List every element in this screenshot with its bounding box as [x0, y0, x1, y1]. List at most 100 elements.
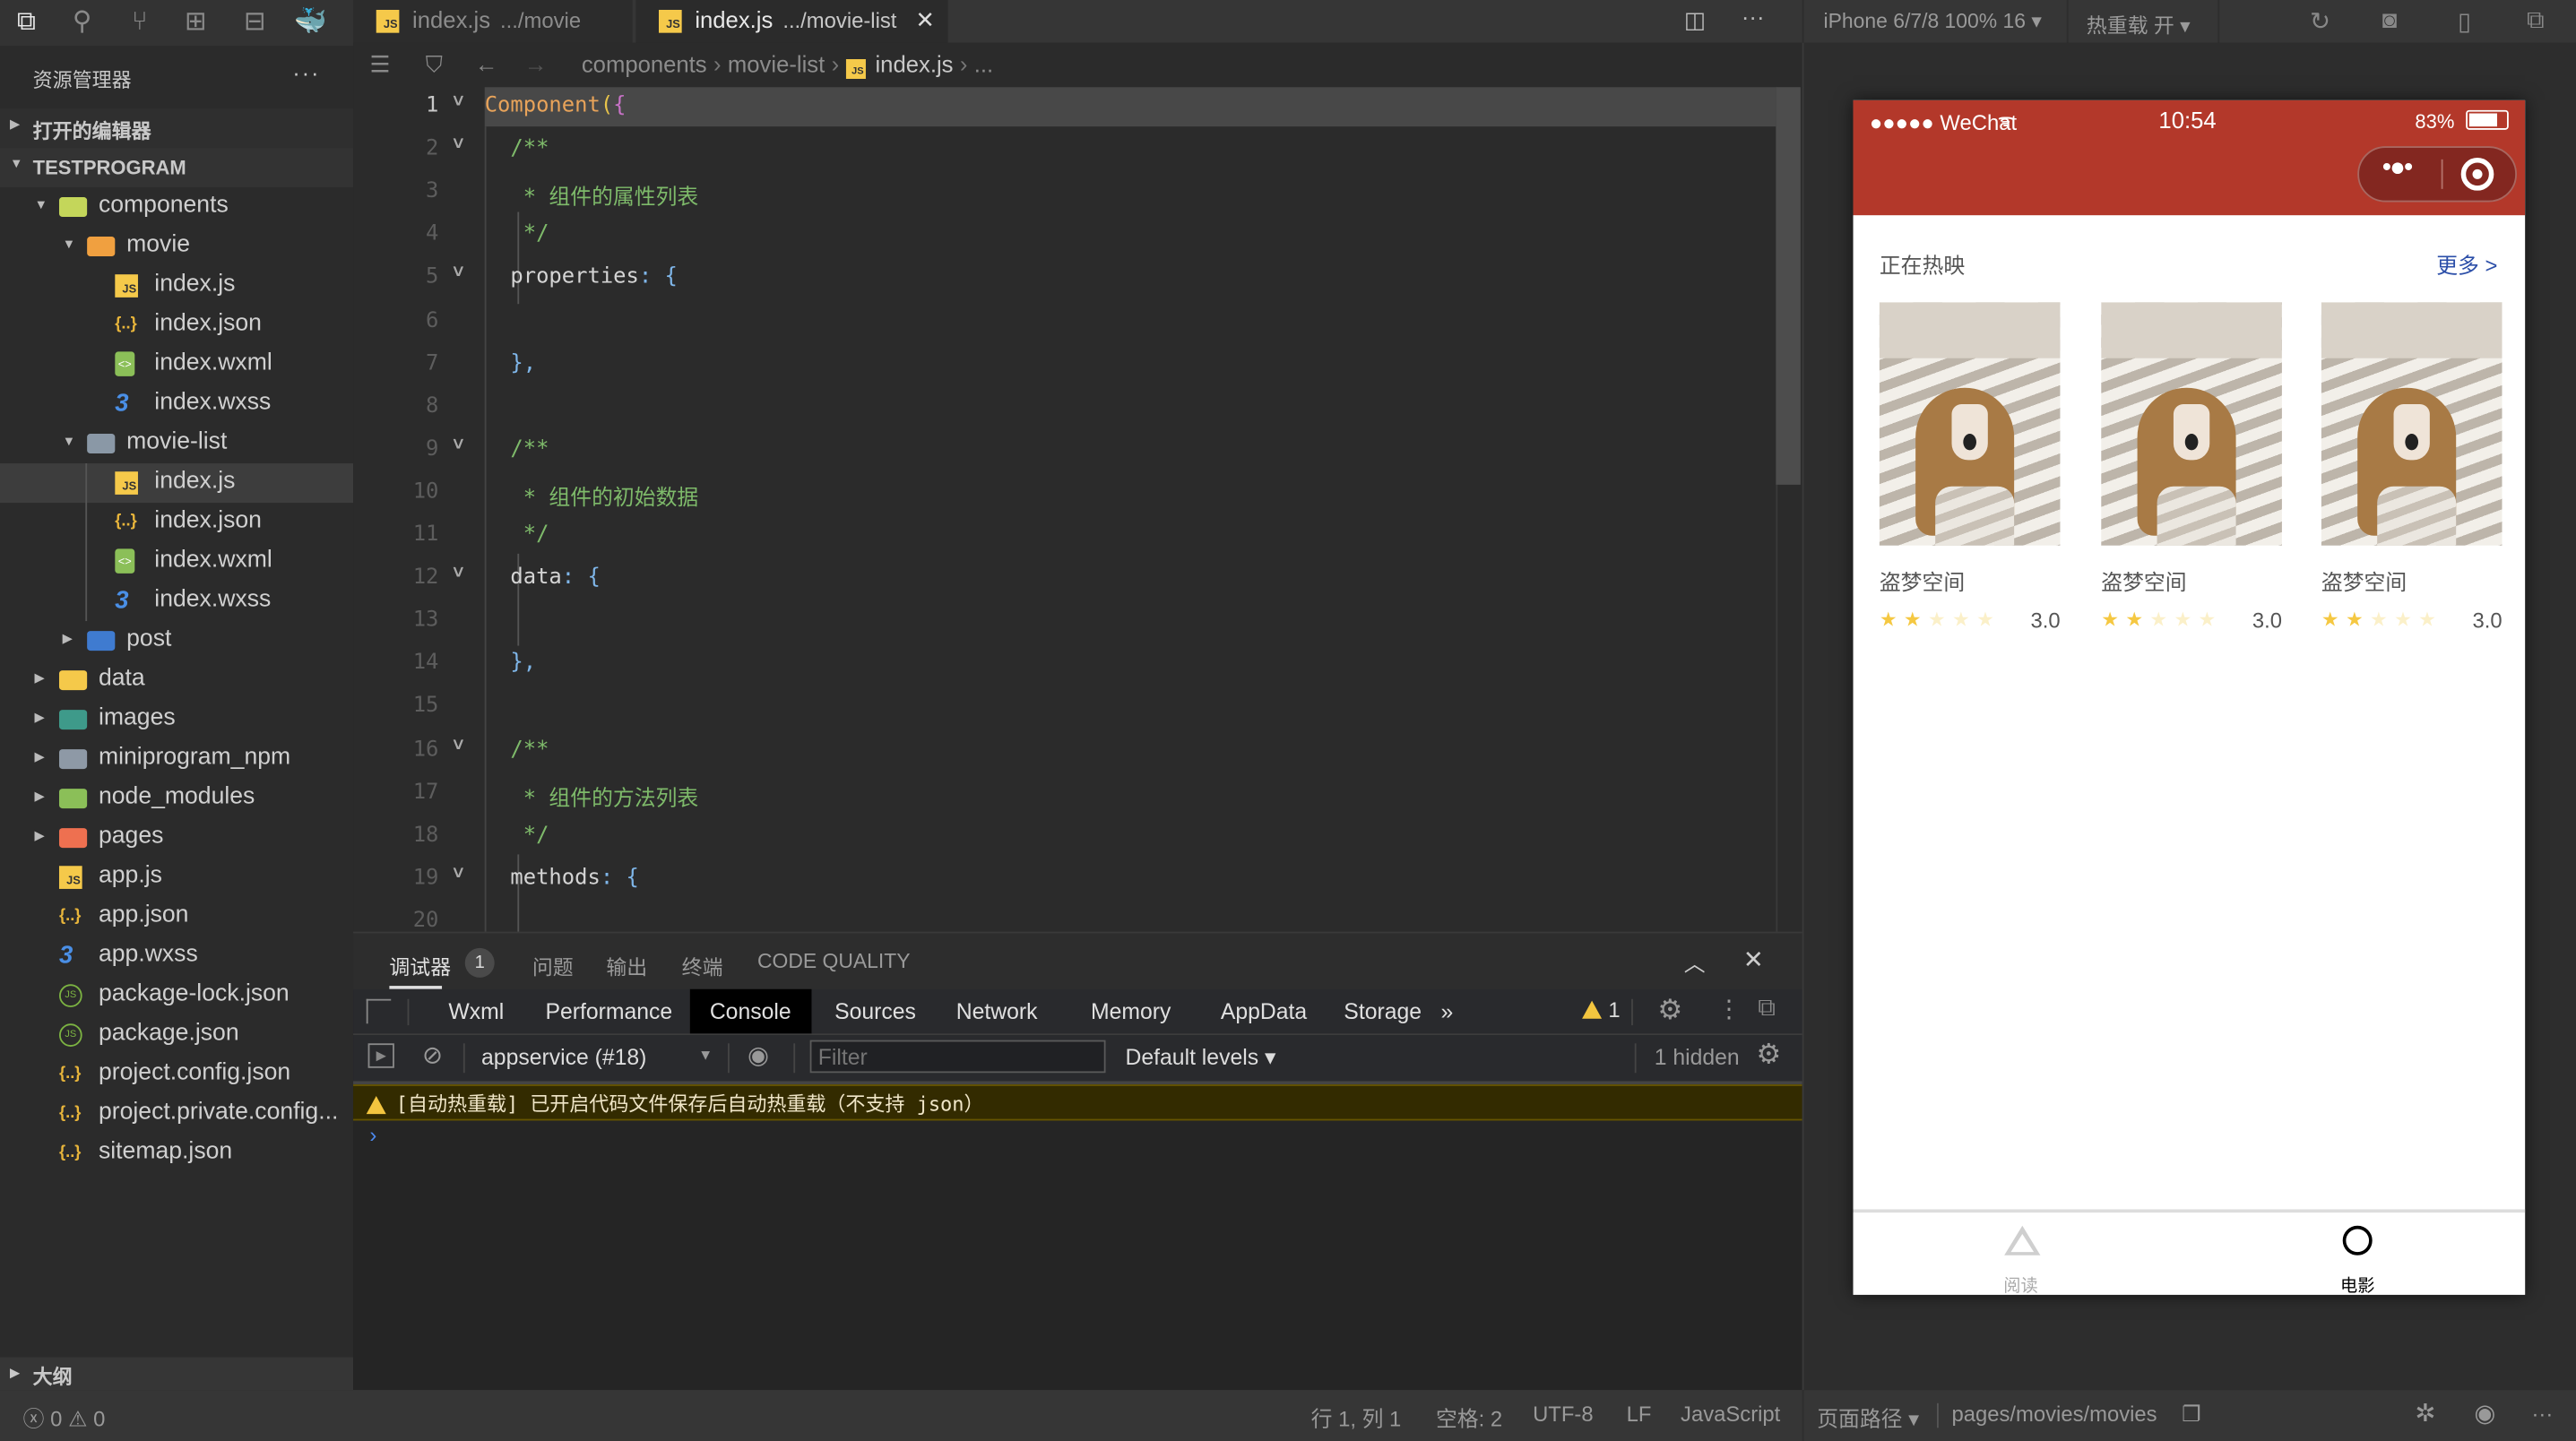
docker-icon[interactable]: 🐳 — [294, 6, 327, 39]
devtools-tab-wxml[interactable]: Wxml — [428, 989, 523, 1034]
maximize-panel-icon[interactable]: ︿ — [1684, 946, 1706, 978]
files-icon[interactable]: ⧉ — [10, 6, 43, 39]
inspect-element-icon[interactable] — [366, 998, 392, 1024]
kebab-menu-icon[interactable]: ⋮ — [1716, 994, 1741, 1023]
breadcrumb-item[interactable]: index.js — [875, 51, 953, 77]
extensions-icon[interactable]: ⊞ — [179, 6, 212, 39]
list-icon[interactable]: ☰ — [369, 51, 390, 79]
project-section[interactable]: ▼ TESTPROGRAM — [0, 148, 354, 188]
encoding[interactable]: UTF-8 — [1533, 1402, 1594, 1427]
tab-movie-list-index-js[interactable]: JS index.js .../movie-list ✕ — [635, 0, 948, 43]
folder-item[interactable]: ▼ movie-list — [0, 424, 353, 463]
hot-reload-toggle[interactable]: 热重载 开 ▾ — [2087, 8, 2191, 39]
more-dots-icon[interactable]: •●• — [2382, 154, 2414, 184]
tab-terminal[interactable]: 终端 — [682, 950, 723, 981]
search-icon[interactable]: ⚲ — [65, 6, 99, 39]
breadcrumb-item[interactable]: ... — [974, 51, 993, 77]
dropdown-arrow-icon[interactable]: ▼ — [698, 1047, 713, 1063]
fold-chevron-icon[interactable]: ∨ — [452, 436, 465, 453]
folder-item[interactable]: ▶ miniprogram_npm — [0, 739, 353, 779]
code-editor[interactable]: 1 ∨ Component({2 ∨ /** 3 * 组件的属性列表 4 */ 5 ∨ pro… — [353, 87, 1802, 932]
clear-console-icon[interactable]: ⊘ — [422, 1040, 443, 1069]
fold-chevron-icon[interactable]: ∨ — [452, 864, 465, 882]
page-path-select[interactable]: 页面路径 ▾ — [1817, 1402, 1919, 1433]
warning-counter[interactable]: 1 — [1582, 997, 1621, 1022]
close-miniprogram-icon[interactable] — [2460, 158, 2494, 191]
filter-input[interactable] — [809, 1040, 1106, 1074]
language-mode[interactable]: JavaScript — [1681, 1402, 1780, 1427]
devtools-tab-memory[interactable]: Memory — [1071, 989, 1190, 1034]
devtools-tab-sources[interactable]: Sources — [815, 989, 936, 1034]
file-item[interactable]: 3 index.wxss — [0, 582, 353, 621]
file-item[interactable]: 3 index.wxss — [0, 384, 353, 424]
folder-item[interactable]: ▼ components — [0, 187, 353, 227]
devtools-tab-console[interactable]: Console — [689, 988, 811, 1034]
fold-chevron-icon[interactable]: ∨ — [452, 92, 465, 110]
eye-icon[interactable]: ◉ — [748, 1040, 769, 1069]
tab-output[interactable]: 输出 — [606, 950, 647, 981]
tab-problems[interactable]: 问题 — [532, 950, 574, 981]
more-icon[interactable]: ··· — [1742, 4, 1765, 30]
folder-item[interactable]: ▶ pages — [0, 818, 353, 858]
device-select[interactable]: iPhone 6/7/8 100% 16 ▾ — [1824, 8, 2042, 33]
fold-chevron-icon[interactable]: ∨ — [452, 135, 465, 153]
indentation[interactable]: 空格: 2 — [1436, 1402, 1502, 1433]
back-arrow-icon[interactable]: ← — [475, 51, 498, 77]
source-control-icon[interactable]: ⑂ — [123, 6, 156, 39]
more-tabs-button[interactable]: » — [1421, 989, 1473, 1034]
eye-icon[interactable]: ◉ — [2474, 1398, 2495, 1428]
folder-item[interactable]: ▶ node_modules — [0, 779, 353, 818]
bookmark-icon[interactable]: ⛉ — [426, 51, 443, 79]
file-item[interactable]: {..} sitemap.json — [0, 1134, 353, 1173]
close-icon[interactable]: ✕ — [915, 6, 935, 34]
more-link[interactable]: 更多 > — [2436, 248, 2497, 280]
open-editors-section[interactable]: ▶ 打开的编辑器 — [0, 108, 354, 149]
split-editor-icon[interactable]: ◫ — [1684, 6, 1706, 34]
tab-movie-index-js[interactable]: JS index.js .../movie — [353, 0, 633, 43]
file-item[interactable]: JS app.js — [0, 858, 353, 897]
fold-chevron-icon[interactable]: ∨ — [452, 735, 465, 753]
movie-poster[interactable] — [1879, 302, 2061, 546]
file-item[interactable]: {..} index.json — [0, 503, 353, 542]
console-settings-icon[interactable]: ⚙ — [1756, 1039, 1781, 1072]
file-item[interactable]: <> index.wxml — [0, 345, 353, 384]
folder-item[interactable]: ▶ post — [0, 621, 353, 660]
phone-icon[interactable]: ▯ — [2458, 6, 2471, 36]
more-actions-button[interactable]: ··· — [292, 59, 320, 85]
tab-code-quality[interactable]: CODE QUALITY — [757, 950, 911, 973]
file-item[interactable]: 3 app.wxss — [0, 936, 353, 976]
folder-item[interactable]: ▶ data — [0, 660, 353, 700]
file-item[interactable]: JS index.js — [0, 463, 354, 504]
file-item[interactable]: JS index.js — [0, 266, 353, 306]
folder-item[interactable]: ▼ movie — [0, 227, 353, 266]
outline-section[interactable]: ▶ 大纲 — [0, 1357, 354, 1391]
movie-poster[interactable] — [2101, 302, 2282, 546]
phone-simulator[interactable]: ●●●●● WeChat ᯤ 10:54 83% •●• 正在热映 更多 > 盗… — [1853, 99, 2526, 1295]
undock-icon[interactable]: ⧉ — [1758, 994, 1776, 1022]
detach-window-icon[interactable]: ⧉ — [2527, 6, 2545, 34]
copy-icon[interactable]: ❐ — [2182, 1402, 2200, 1428]
problems-indicator[interactable]: ⓧ 0 ⚠ 0 — [23, 1402, 106, 1433]
file-item[interactable]: {..} app.json — [0, 897, 353, 936]
settings-icon[interactable]: ⚙ — [1657, 994, 1682, 1027]
breadcrumb-item[interactable]: components — [582, 51, 707, 77]
file-item[interactable]: JS package.json — [0, 1015, 353, 1055]
line-ending[interactable]: LF — [1627, 1402, 1652, 1427]
tab-debugger[interactable]: 调试器 — [389, 950, 451, 981]
devtools-tab-network[interactable]: Network — [937, 989, 1058, 1034]
bug-icon[interactable]: ✲ — [2415, 1398, 2435, 1428]
more-icon[interactable]: ··· — [2531, 1402, 2553, 1427]
save-panel-icon[interactable]: ⊟ — [238, 6, 272, 39]
stop-icon[interactable]: ◙ — [2382, 6, 2398, 34]
forward-arrow-icon[interactable]: → — [524, 51, 548, 77]
file-item[interactable]: JS package-lock.json — [0, 976, 353, 1015]
breadcrumb-item[interactable]: movie-list — [728, 51, 825, 77]
movie-poster[interactable] — [2321, 302, 2503, 546]
close-panel-icon[interactable]: ✕ — [1743, 945, 1764, 974]
folder-item[interactable]: ▶ images — [0, 700, 353, 739]
file-item[interactable]: <> index.wxml — [0, 542, 353, 582]
cursor-position[interactable]: 行 1, 列 1 — [1311, 1402, 1402, 1433]
fold-chevron-icon[interactable]: ∨ — [452, 263, 465, 281]
console-prompt[interactable]: › — [369, 1122, 376, 1147]
context-select[interactable]: appservice (#18) — [481, 1045, 646, 1070]
